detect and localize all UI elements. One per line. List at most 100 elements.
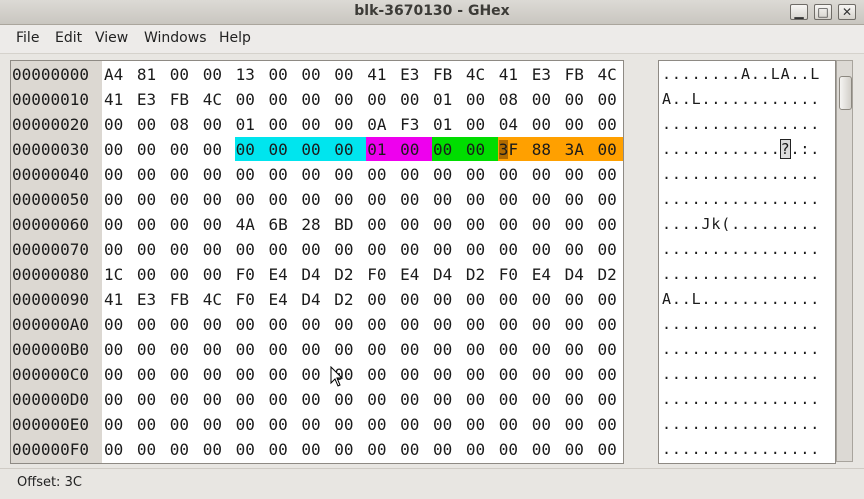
- hex-byte[interactable]: 00: [235, 237, 268, 261]
- hex-byte[interactable]: 00: [465, 237, 498, 261]
- hex-byte[interactable]: 88: [530, 137, 564, 161]
- ascii-row[interactable]: ................: [662, 237, 820, 262]
- hex-row[interactable]: 00000080 1C 00 00 00 F0 E4 D4 D2 F0 E4 D4 D2 F0 E4 D4 D2: [11, 262, 623, 287]
- hex-byte[interactable]: 00: [465, 87, 498, 111]
- hex-byte[interactable]: 00: [268, 387, 301, 411]
- hex-byte[interactable]: 00: [300, 412, 333, 436]
- hex-byte[interactable]: FB: [564, 62, 597, 86]
- hex-byte[interactable]: D4: [432, 262, 465, 286]
- hex-byte[interactable]: D2: [597, 262, 624, 286]
- hex-byte[interactable]: 41: [498, 62, 531, 86]
- hex-byte[interactable]: 00: [202, 437, 235, 461]
- hex-byte[interactable]: 00: [498, 412, 531, 436]
- hex-byte[interactable]: 00: [103, 137, 136, 161]
- hex-byte[interactable]: 00: [597, 162, 624, 186]
- hex-row[interactable]: 000000E0 00 00 00 00 00 00 00 00 00 00 00 00 00 00 00 00: [11, 412, 623, 437]
- hex-byte[interactable]: 00: [202, 262, 235, 286]
- hex-byte[interactable]: 00: [235, 412, 268, 436]
- ascii-row[interactable]: ................: [662, 337, 820, 362]
- hex-byte[interactable]: 00: [564, 87, 597, 111]
- hex-byte[interactable]: 00: [564, 212, 597, 236]
- hex-byte[interactable]: 00: [202, 412, 235, 436]
- hex-byte[interactable]: 00: [597, 287, 624, 311]
- hex-byte[interactable]: 00: [333, 412, 366, 436]
- hex-byte[interactable]: 00: [268, 187, 301, 211]
- hex-byte[interactable]: 00: [136, 387, 169, 411]
- hex-byte[interactable]: 00: [597, 412, 624, 436]
- hex-byte[interactable]: 00: [399, 237, 432, 261]
- hex-byte[interactable]: 00: [333, 187, 366, 211]
- hex-byte[interactable]: E4: [268, 287, 301, 311]
- hex-byte[interactable]: 00: [268, 237, 301, 261]
- hex-byte[interactable]: 00: [136, 112, 169, 136]
- hex-row[interactable]: 000000F0 00 00 00 00 00 00 00 00 00 00 00 00 00 00 00 00: [11, 437, 623, 462]
- hex-byte[interactable]: 00: [235, 187, 268, 211]
- hex-byte[interactable]: 00: [498, 362, 531, 386]
- hex-byte[interactable]: 01: [432, 87, 465, 111]
- hex-byte[interactable]: 00: [432, 187, 465, 211]
- hex-byte[interactable]: A4: [103, 62, 136, 86]
- hex-byte[interactable]: 00: [136, 337, 169, 361]
- hex-byte[interactable]: 00: [399, 412, 432, 436]
- hex-byte[interactable]: FB: [169, 287, 202, 311]
- hex-row[interactable]: 00000050 00 00 00 00 00 00 00 00 00 00 00 00 00 00 00 00: [11, 187, 623, 212]
- hex-byte[interactable]: 00: [268, 337, 301, 361]
- hex-byte[interactable]: 00: [564, 387, 597, 411]
- hex-byte[interactable]: 00: [531, 87, 564, 111]
- hex-row[interactable]: 00000000 A4 81 00 00 13 00 00 00 41 E3 FB 4C 41 E3 FB 4C: [11, 62, 623, 87]
- hex-byte[interactable]: 00: [300, 87, 333, 111]
- ascii-row[interactable]: ................: [662, 437, 820, 462]
- hex-byte[interactable]: 4C: [597, 62, 624, 86]
- menu-file[interactable]: File: [16, 30, 39, 46]
- menu-windows[interactable]: Windows: [144, 30, 207, 46]
- hex-byte[interactable]: 00: [597, 362, 624, 386]
- hex-byte[interactable]: 00: [465, 412, 498, 436]
- hex-byte[interactable]: 00: [597, 187, 624, 211]
- hex-byte[interactable]: 00: [202, 137, 235, 161]
- hex-byte[interactable]: F0: [235, 287, 268, 311]
- hex-byte[interactable]: 00: [366, 337, 399, 361]
- ascii-row[interactable]: ................: [662, 412, 820, 437]
- hex-byte[interactable]: 00: [531, 437, 564, 461]
- hex-byte[interactable]: 00: [103, 387, 136, 411]
- hex-byte[interactable]: 00: [169, 212, 202, 236]
- hex-byte[interactable]: E3: [136, 287, 169, 311]
- hex-byte[interactable]: 00: [366, 437, 399, 461]
- hex-byte[interactable]: 00: [268, 62, 301, 86]
- hex-byte[interactable]: 00: [366, 212, 399, 236]
- hex-byte[interactable]: 00: [235, 87, 268, 111]
- hex-byte[interactable]: 00: [202, 62, 235, 86]
- hex-byte[interactable]: 00: [202, 337, 235, 361]
- hex-byte[interactable]: 00: [597, 212, 624, 236]
- hex-byte[interactable]: 00: [333, 312, 366, 336]
- hex-byte[interactable]: 00: [399, 387, 432, 411]
- hex-byte[interactable]: 00: [465, 187, 498, 211]
- hex-byte[interactable]: 00: [366, 287, 399, 311]
- hex-byte[interactable]: 00: [531, 412, 564, 436]
- hex-byte[interactable]: 00: [235, 162, 268, 186]
- hex-byte[interactable]: D2: [333, 287, 366, 311]
- hex-byte[interactable]: 00: [432, 312, 465, 336]
- hex-byte[interactable]: 00: [564, 362, 597, 386]
- hex-byte[interactable]: 08: [498, 87, 531, 111]
- hex-byte[interactable]: 4C: [202, 287, 235, 311]
- ascii-row[interactable]: ................: [662, 312, 820, 337]
- hex-byte[interactable]: 00: [300, 137, 334, 161]
- hex-byte[interactable]: BD: [333, 212, 366, 236]
- hex-byte[interactable]: 00: [531, 362, 564, 386]
- hex-byte[interactable]: 00: [103, 112, 136, 136]
- ascii-row[interactable]: ................: [662, 187, 820, 212]
- hex-byte[interactable]: 00: [103, 212, 136, 236]
- hex-byte[interactable]: 00: [399, 137, 433, 161]
- hex-byte[interactable]: F3: [399, 112, 432, 136]
- hex-byte[interactable]: 08: [169, 112, 202, 136]
- hex-byte[interactable]: 00: [300, 187, 333, 211]
- hex-byte[interactable]: 4C: [202, 87, 235, 111]
- hex-byte[interactable]: 00: [498, 162, 531, 186]
- hex-byte[interactable]: 00: [399, 287, 432, 311]
- minimize-button[interactable]: ▁: [790, 4, 808, 20]
- hex-byte[interactable]: 00: [169, 162, 202, 186]
- hex-byte[interactable]: 04: [498, 112, 531, 136]
- hex-byte[interactable]: 00: [300, 362, 333, 386]
- ascii-row[interactable]: ................: [662, 112, 820, 137]
